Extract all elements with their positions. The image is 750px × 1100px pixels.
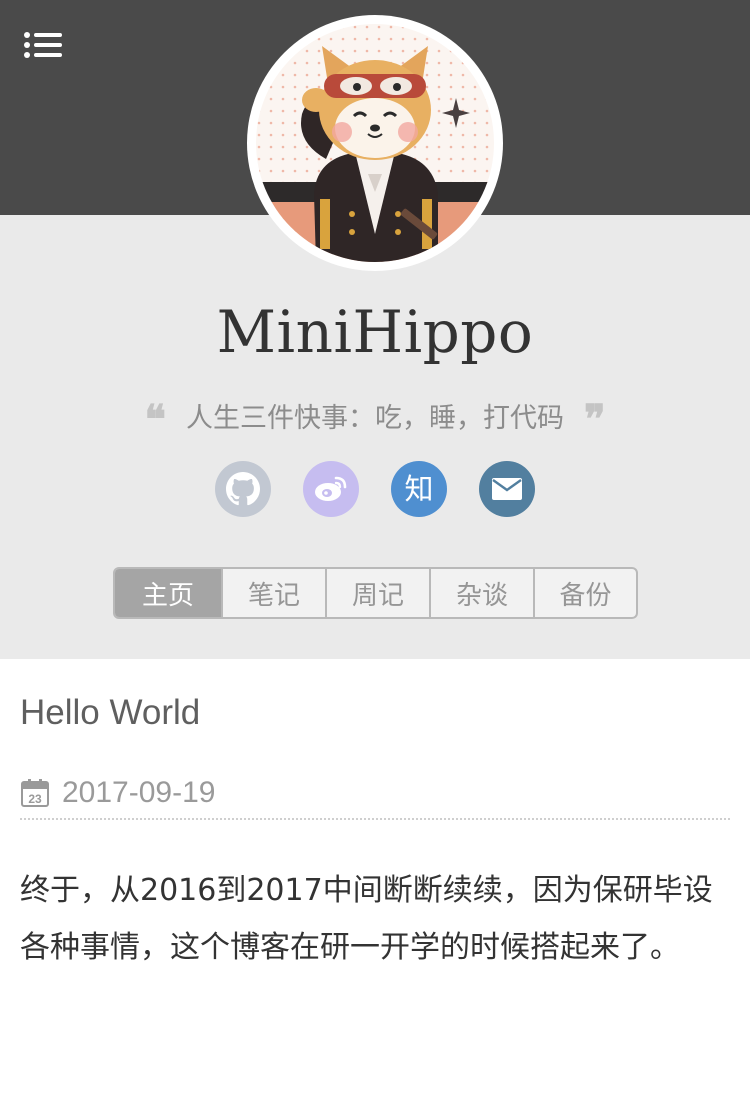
- menu-line: [34, 53, 62, 57]
- tab-home[interactable]: 主页: [115, 569, 221, 617]
- zhihu-icon[interactable]: 知: [391, 461, 447, 517]
- profile-header: MiniHippo ❝ 人生三件快事：吃，睡，打代码 ❞ 知 主页 笔记 周记 …: [0, 15, 750, 659]
- tab-misc[interactable]: 杂谈: [429, 569, 533, 617]
- github-icon[interactable]: [215, 461, 271, 517]
- envelope-glyph: [492, 478, 522, 500]
- post-card: Hello World 23 2017-09-19 终于，从2016到2017中…: [0, 659, 750, 1100]
- avatar[interactable]: [247, 15, 503, 271]
- calendar-icon: 23: [21, 779, 49, 807]
- post-title[interactable]: Hello World: [20, 693, 200, 733]
- menu-dot: [24, 52, 30, 58]
- weibo-icon[interactable]: [303, 461, 359, 517]
- post-meta: 23 2017-09-19: [20, 776, 215, 810]
- mail-icon[interactable]: [479, 461, 535, 517]
- tab-weekly[interactable]: 周记: [325, 569, 429, 617]
- motto-text: 人生三件快事：吃，睡，打代码: [186, 403, 564, 434]
- list-menu-icon[interactable]: [22, 30, 64, 60]
- weibo-glyph: [315, 476, 347, 501]
- open-quote-icon: ❝: [144, 396, 166, 443]
- menu-dot: [24, 32, 30, 38]
- menu-line: [34, 33, 62, 37]
- shiba-inu-avatar: [256, 24, 494, 262]
- motto: ❝ 人生三件快事：吃，睡，打代码 ❞: [0, 396, 750, 443]
- calendar-day: 23: [28, 792, 42, 806]
- nav-tabs: 主页 笔记 周记 杂谈 备份: [113, 567, 638, 619]
- github-glyph: [226, 472, 260, 506]
- zhihu-label: 知: [404, 471, 434, 506]
- menu-line: [34, 43, 62, 47]
- social-links: 知: [0, 461, 750, 517]
- site-title: MiniHippo: [216, 298, 534, 366]
- close-quote-icon: ❞: [584, 396, 606, 443]
- divider: [20, 818, 730, 820]
- menu-dot: [24, 42, 30, 48]
- tab-notes[interactable]: 笔记: [221, 569, 325, 617]
- post-date: 2017-09-19: [62, 776, 216, 809]
- post-excerpt: 终于，从2016到2017中间断断续续，因为保研毕设各种事情，这个博客在研一开学…: [20, 873, 713, 965]
- tab-backup[interactable]: 备份: [533, 569, 636, 617]
